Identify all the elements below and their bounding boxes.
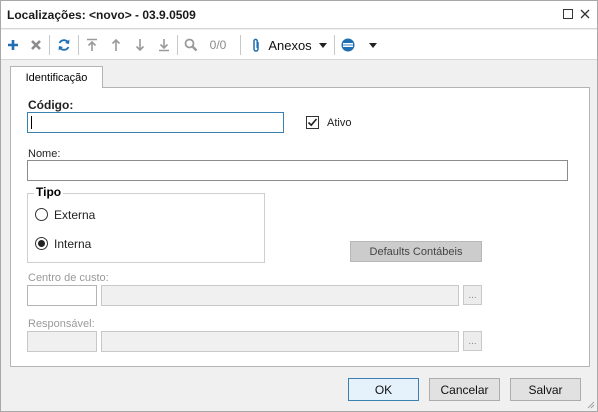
- cancel-button[interactable]: Cancelar: [429, 378, 500, 401]
- record-counter: 0/0: [209, 38, 227, 52]
- text-caret: [31, 116, 32, 129]
- tab-label: Identificação: [25, 71, 88, 84]
- title-bar: Localizações: <novo> - 03.9.0509: [1, 1, 597, 29]
- cost-center-description: [101, 285, 459, 306]
- type-interna-label[interactable]: Interna: [54, 237, 91, 251]
- cost-center-label: Centro de custo:: [28, 272, 109, 284]
- dropdown-arrow-icon[interactable]: [367, 35, 379, 55]
- responsible-lookup-button[interactable]: ...: [463, 331, 482, 351]
- refresh-icon[interactable]: [54, 35, 74, 55]
- name-label: Nome:: [28, 148, 61, 160]
- responsible-description: [101, 331, 459, 352]
- type-externa-label[interactable]: Externa: [54, 208, 95, 222]
- dropdown-arrow-icon[interactable]: [317, 35, 329, 55]
- add-icon[interactable]: [4, 35, 22, 55]
- maximize-icon[interactable]: [559, 5, 577, 23]
- tab-panel: Código: Ativo Nome: Tipo Externa Interna…: [10, 87, 590, 367]
- tab-identificacao[interactable]: Identificação: [10, 66, 103, 88]
- code-label: Código:: [28, 98, 74, 112]
- resize-grip-icon[interactable]: [585, 399, 595, 409]
- paperclip-icon[interactable]: [248, 35, 264, 55]
- type-group-label: Tipo: [34, 185, 64, 199]
- responsible-code-input[interactable]: [27, 331, 97, 352]
- type-groupbox: [27, 193, 265, 263]
- attachments-button[interactable]: Anexos: [267, 35, 313, 55]
- move-up-icon[interactable]: [107, 35, 125, 55]
- name-input[interactable]: [27, 160, 568, 181]
- toolbar-separator: [177, 35, 178, 55]
- dialog-window: Localizações: <novo> - 03.9.0509 0/0 Ane…: [0, 0, 598, 412]
- toolbar-separator: [78, 35, 79, 55]
- defaults-contabeis-button[interactable]: Defaults Contábeis: [350, 241, 482, 262]
- move-last-icon[interactable]: [155, 35, 173, 55]
- code-input[interactable]: [27, 112, 284, 133]
- cost-center-code-input[interactable]: [27, 285, 97, 306]
- ok-button[interactable]: OK: [348, 378, 419, 401]
- toolbar-separator: [334, 35, 335, 55]
- active-label: Ativo: [327, 117, 352, 129]
- toolbar-separator: [49, 35, 50, 55]
- close-icon[interactable]: [576, 5, 594, 23]
- move-down-icon[interactable]: [131, 35, 149, 55]
- delete-icon[interactable]: [27, 35, 45, 55]
- type-externa-radio[interactable]: [35, 208, 48, 221]
- cost-center-lookup-button[interactable]: ...: [463, 285, 482, 305]
- toolbar-separator: [240, 35, 241, 55]
- toolbar: 0/0 Anexos: [1, 30, 597, 60]
- responsible-label: Responsável:: [28, 318, 95, 330]
- active-checkbox[interactable]: [306, 116, 319, 129]
- save-button[interactable]: Salvar: [510, 378, 581, 401]
- type-interna-radio[interactable]: [35, 237, 48, 250]
- window-title: Localizações: <novo> - 03.9.0509: [7, 8, 196, 22]
- search-icon[interactable]: [182, 35, 200, 55]
- toggle-icon[interactable]: [339, 35, 357, 55]
- move-first-icon[interactable]: [83, 35, 101, 55]
